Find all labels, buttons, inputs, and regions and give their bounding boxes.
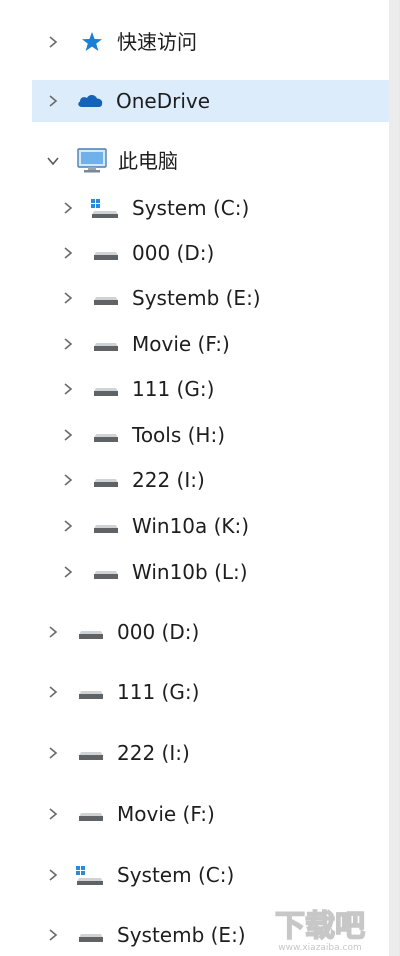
chevron-right-icon[interactable] [46,746,60,760]
drive-label: System (C:) [117,863,235,887]
drive-icon [94,571,118,579]
chevron-right-icon[interactable] [46,625,60,639]
drive-item-d[interactable]: 000 (D:) [0,232,390,274]
nav-item-label: OneDrive [116,89,211,113]
drive-item-i[interactable]: 222 (I:) [0,459,390,501]
computer-icon [77,148,107,173]
nav-item-label: 此电脑 [118,149,178,173]
drive-item-g[interactable]: 111 (G:) [0,368,390,410]
chevron-right-icon[interactable] [46,807,60,821]
drive-label: 222 (I:) [132,468,205,492]
drive-label: Win10a (K:) [132,514,250,538]
drive-item-d-top[interactable]: 000 (D:) [0,611,390,653]
svg-text:下载吧: 下载吧 [275,909,365,944]
drive-icon [94,525,118,533]
chevron-right-icon[interactable] [61,337,75,351]
drive-item-h[interactable]: Tools (H:) [0,414,390,456]
drive-label: 111 (G:) [132,377,215,401]
drive-icon [94,297,118,305]
drive-item-f-top[interactable]: Movie (F:) [0,793,390,835]
chevron-right-icon[interactable] [61,246,75,260]
chevron-right-icon[interactable] [61,382,75,396]
chevron-right-icon[interactable] [46,868,60,882]
drive-item-l[interactable]: Win10b (L:) [0,551,390,593]
drive-item-k[interactable]: Win10a (K:) [0,505,390,547]
vertical-scrollbar[interactable] [389,0,399,956]
chevron-right-icon[interactable] [46,685,60,699]
nav-item-this-pc[interactable]: 此电脑 [0,140,390,182]
navigation-pane: 快速访问 OneDrive 此电脑 System (C:) 000 (D:) S… [0,0,400,956]
cloud-icon [78,95,103,107]
drive-label: System (C:) [132,196,250,220]
drive-icon [79,813,103,821]
chevron-right-icon[interactable] [61,519,75,533]
drive-item-e[interactable]: Systemb (E:) [0,277,390,319]
drive-label: 000 (D:) [117,620,200,644]
drive-item-f[interactable]: Movie (F:) [0,323,390,365]
drive-label: Systemb (E:) [117,923,246,947]
drive-label: Movie (F:) [117,802,215,826]
drive-icon [94,388,118,396]
drive-icon [79,631,103,639]
chevron-right-icon[interactable] [61,291,75,305]
drive-label: Tools (H:) [132,423,226,447]
nav-item-quick-access[interactable]: 快速访问 [0,21,390,63]
watermark-logo: 下载吧 www.xiazaiba.com [274,908,366,952]
chevron-right-icon[interactable] [46,35,60,49]
drive-item-c[interactable]: System (C:) [0,187,390,229]
drive-icon [79,934,103,942]
drive-label: Win10b (L:) [132,560,248,584]
chevron-down-icon[interactable] [46,154,60,168]
svg-text:www.xiazaiba.com: www.xiazaiba.com [278,943,362,952]
chevron-right-icon[interactable] [46,94,60,108]
drive-label: Movie (F:) [132,332,230,356]
chevron-right-icon[interactable] [61,473,75,487]
drive-item-c-top[interactable]: System (C:) [0,854,390,896]
drive-label: 111 (G:) [117,680,200,704]
drive-label: 222 (I:) [117,741,190,765]
system-drive-icon [91,199,118,218]
nav-item-onedrive[interactable]: OneDrive [32,80,390,122]
star-icon [82,32,102,51]
drive-item-g-top[interactable]: 111 (G:) [0,671,390,713]
chevron-right-icon[interactable] [61,565,75,579]
drive-icon [79,691,103,699]
drive-label: 000 (D:) [132,241,215,265]
chevron-right-icon[interactable] [61,428,75,442]
nav-item-label: 快速访问 [117,30,197,54]
system-drive-icon [76,866,103,885]
drive-icon [94,479,118,487]
drive-item-i-top[interactable]: 222 (I:) [0,732,390,774]
drive-icon [94,434,118,442]
chevron-right-icon[interactable] [61,201,75,215]
drive-label: Systemb (E:) [132,286,261,310]
drive-icon [79,752,103,760]
drive-icon [94,343,118,351]
drive-icon [94,252,118,260]
chevron-right-icon[interactable] [46,928,60,942]
